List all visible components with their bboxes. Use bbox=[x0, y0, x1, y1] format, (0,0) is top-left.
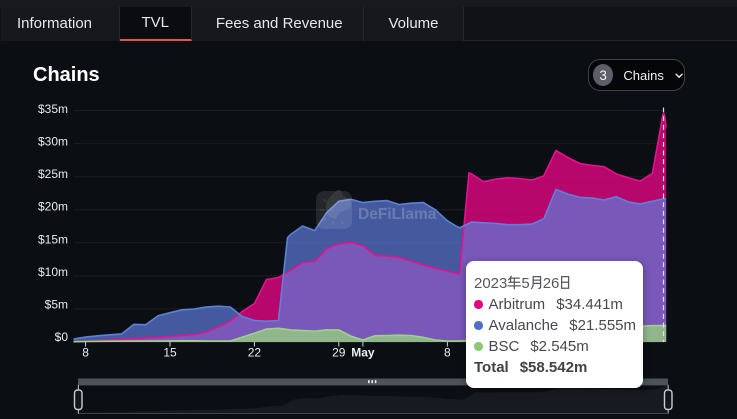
svg-text:22: 22 bbox=[248, 346, 262, 360]
svg-text:$5m: $5m bbox=[45, 297, 68, 311]
svg-text:DeFiLlama: DeFiLlama bbox=[358, 206, 437, 223]
svg-text:$25m: $25m bbox=[38, 167, 68, 181]
svg-text:$15m: $15m bbox=[38, 232, 68, 246]
svg-text:8: 8 bbox=[444, 346, 451, 360]
svg-text:$35m: $35m bbox=[38, 102, 68, 116]
svg-text:$0: $0 bbox=[55, 330, 69, 344]
svg-text:$10m: $10m bbox=[38, 265, 68, 279]
svg-text:8: 8 bbox=[82, 346, 89, 360]
svg-text:$30m: $30m bbox=[38, 135, 68, 149]
svg-text:May: May bbox=[351, 346, 375, 360]
svg-text:29: 29 bbox=[332, 346, 346, 360]
svg-text:15: 15 bbox=[163, 346, 177, 360]
svg-text:$20m: $20m bbox=[38, 200, 68, 214]
